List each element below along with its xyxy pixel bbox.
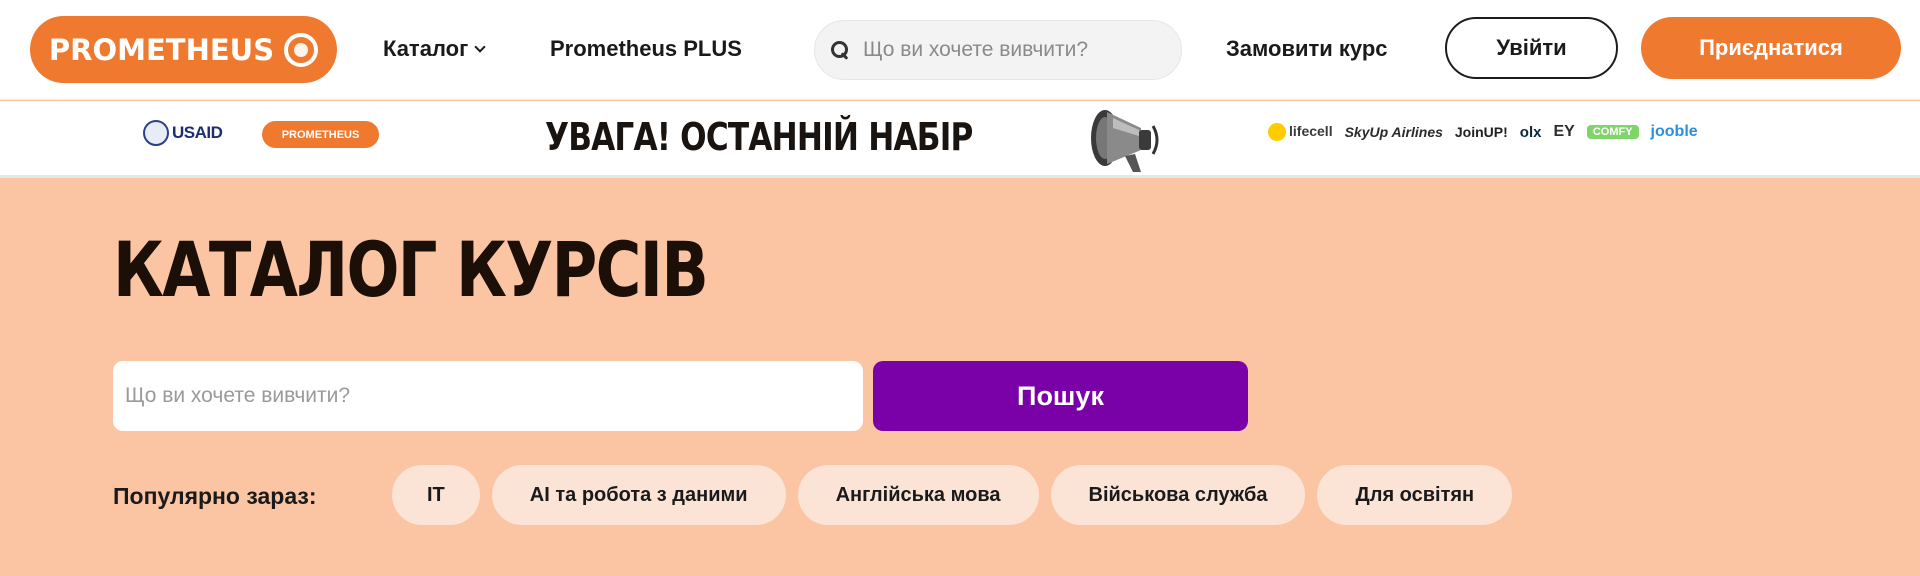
logo-mark-icon [284,32,319,67]
chip-it[interactable]: IT [392,465,480,525]
header-search-input[interactable] [863,38,1163,62]
usaid-seal-icon [143,120,169,146]
header-search [814,20,1182,80]
popular-chips: IT AI та робота з даними Англійська мова… [392,465,1513,525]
partner-comfy: COMFY [1586,125,1639,140]
catalog-search-button[interactable]: Пошук [873,361,1248,431]
chip-educators[interactable]: Для освітян [1317,465,1513,525]
partner-jooble: jooble [1650,123,1698,141]
chevron-down-icon [474,40,486,53]
logo-text: PROMETHEUS [48,32,275,67]
banner-prometheus-logo: PROMETHEUS [262,121,379,148]
partner-olx: olx [1519,123,1542,141]
prometheus-logo[interactable]: PROMETHEUS [30,16,337,83]
megaphone-icon [1091,110,1159,172]
chip-military[interactable]: Військова служба [1050,465,1306,525]
nav-catalog-label: Каталог [383,36,469,61]
partner-ey: EY [1553,123,1575,141]
banner-headline: УВАГА! ОСТАННІЙ НАБІР [545,115,973,159]
site-header: PROMETHEUS Каталог Prometheus PLUS Замов… [0,0,1920,100]
search-icon [831,41,849,59]
promo-banner[interactable]: USAID PROMETHEUS УВАГА! ОСТАННІЙ НАБІР l… [0,101,1920,178]
partner-joinup: JoinUP! [1454,124,1508,141]
partner-lifecell: lifecell [1268,123,1333,141]
partner-skyup: SkyUp Airlines [1344,124,1443,141]
usaid-logo: USAID [143,120,223,146]
page-title: КАТАЛОГ КУРСІВ [113,225,709,314]
nav-order-course[interactable]: Замовити курс [1226,36,1388,62]
usaid-text: USAID [172,123,223,142]
nav-prometheus-plus[interactable]: Prometheus PLUS [550,36,742,62]
chip-ai-data[interactable]: AI та робота з даними [491,465,786,525]
catalog-search-input[interactable] [113,361,863,431]
partner-logos: lifecell SkyUp Airlines JoinUP! olx EY C… [1268,123,1698,141]
popular-label: Популярно зараз: [113,483,317,509]
chip-english[interactable]: Англійська мова [797,465,1039,525]
nav-catalog-dropdown[interactable]: Каталог [383,36,486,62]
login-button[interactable]: Увійти [1445,17,1618,79]
join-button[interactable]: Приєднатися [1641,17,1901,79]
